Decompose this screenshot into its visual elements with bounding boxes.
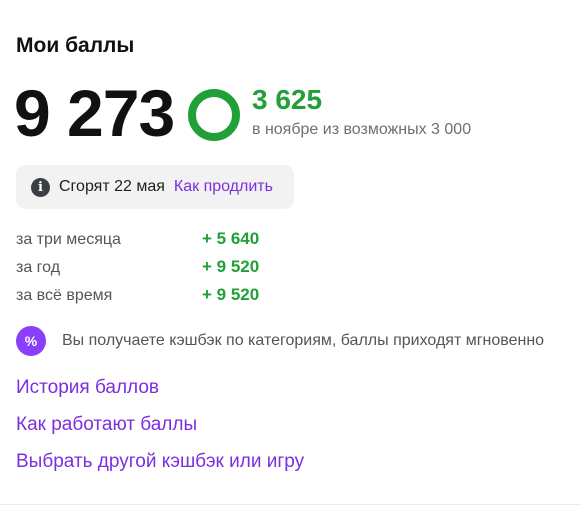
earned-caption: в ноябре из возможных 3 000 <box>252 121 472 138</box>
expiry-banner: i Сгорят 22 мая Как продлить <box>16 165 294 209</box>
points-stats: за три месяца + 5 640 за год + 9 520 за … <box>16 229 316 313</box>
stat-label: за всё время <box>16 287 113 304</box>
cashback-text: Вы получаете кэшбэк по категориям, баллы… <box>62 332 545 349</box>
stat-value: + 9 520 <box>202 285 260 304</box>
how-points-work-link[interactable]: Как работают баллы <box>16 412 304 449</box>
cashback-info: % Вы получаете кэшбэк по категориям, бал… <box>16 326 544 356</box>
percent-icon: % <box>16 326 46 356</box>
points-links: История баллов Как работают баллы Выбрат… <box>16 375 304 486</box>
points-card: Мои баллы 9 273 3 625 в ноябре из возмож… <box>0 0 581 505</box>
choose-cashback-link[interactable]: Выбрать другой кэшбэк или игру <box>16 449 304 486</box>
points-balance: 9 273 <box>14 76 175 150</box>
page-title: Мои баллы <box>16 34 135 57</box>
stat-label: за три месяца <box>16 231 121 248</box>
points-history-link[interactable]: История баллов <box>16 375 304 412</box>
how-to-extend-link[interactable]: Как продлить <box>174 178 273 196</box>
progress-ring-icon <box>188 89 240 141</box>
stat-value: + 9 520 <box>202 257 260 276</box>
stat-row: за год + 9 520 <box>16 257 316 285</box>
stat-row: за три месяца + 5 640 <box>16 229 316 257</box>
info-icon: i <box>31 177 50 197</box>
earned-this-month: 3 625 <box>252 84 323 115</box>
stat-row: за всё время + 9 520 <box>16 285 316 313</box>
expiry-text: Сгорят 22 мая <box>59 178 165 195</box>
stat-value: + 5 640 <box>202 229 260 248</box>
stat-label: за год <box>16 259 61 276</box>
